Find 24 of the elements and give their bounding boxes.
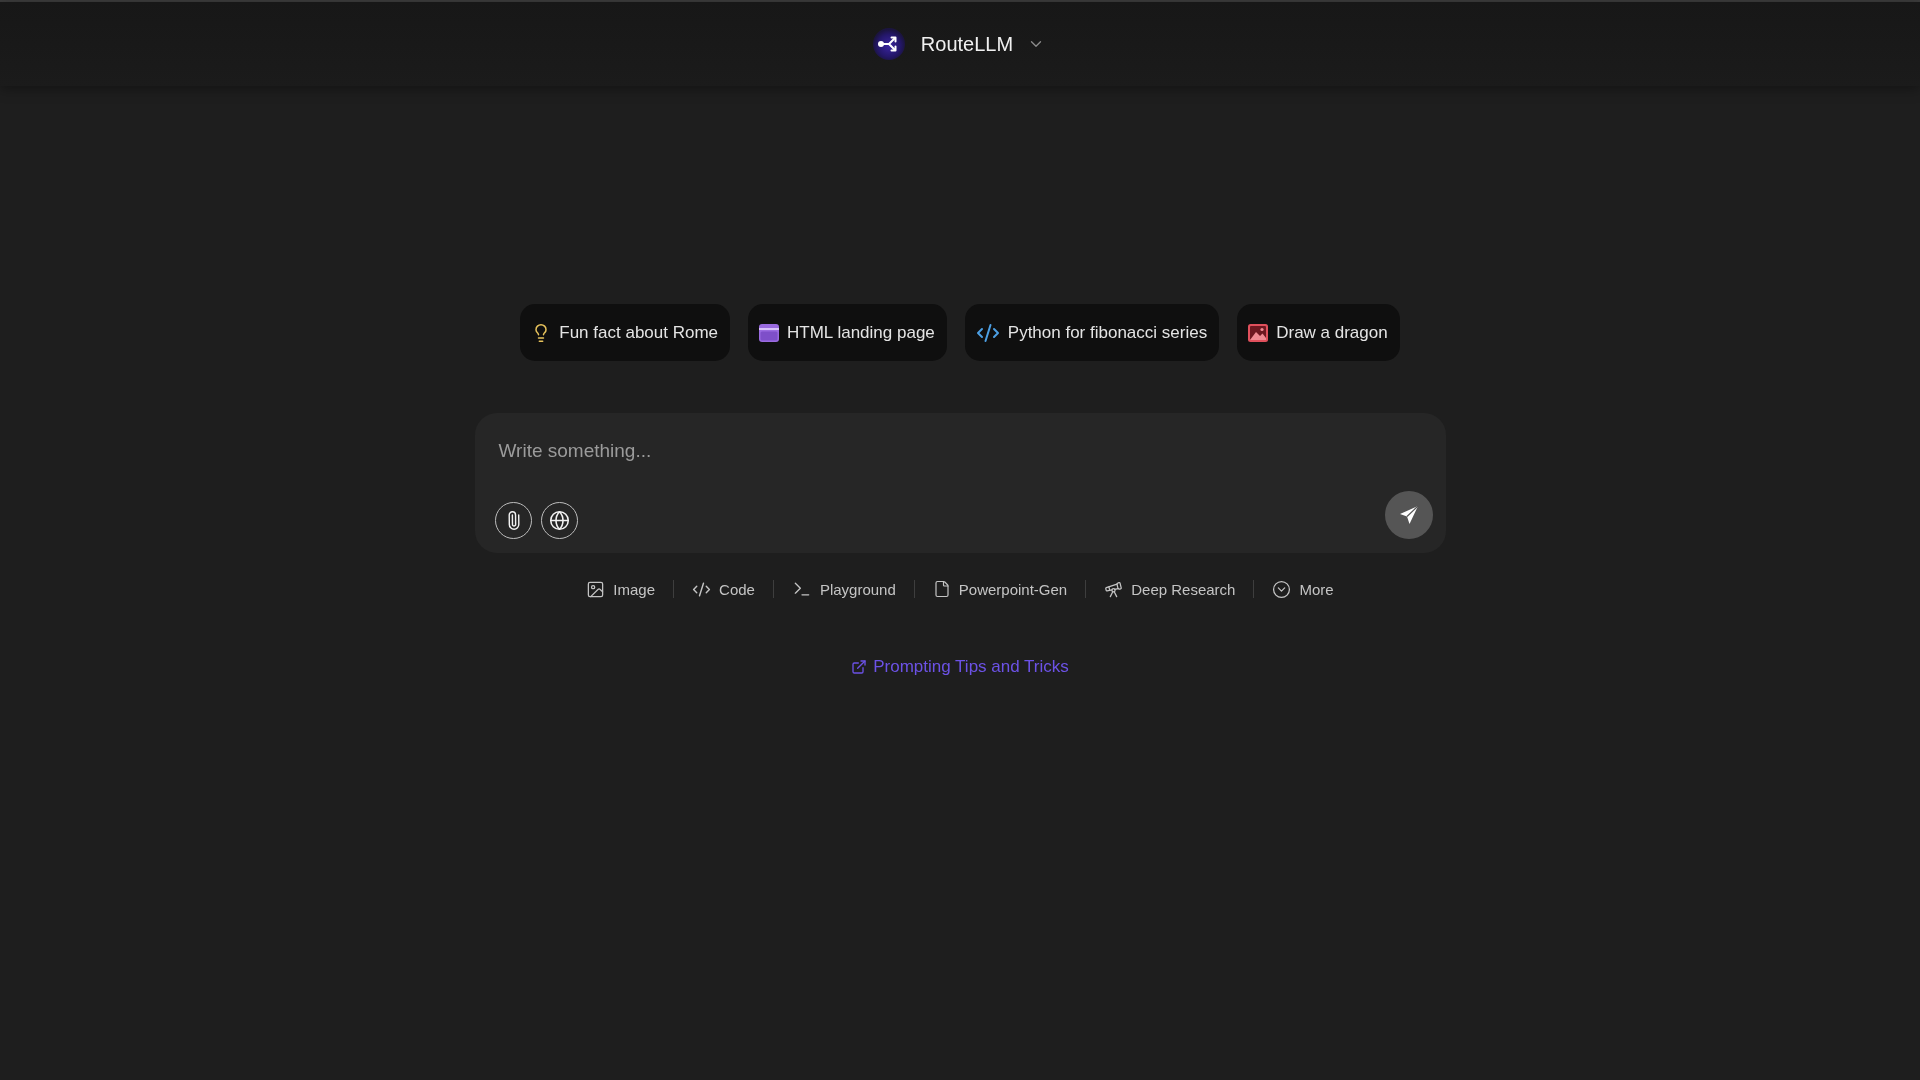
browser-window-icon bbox=[759, 323, 780, 342]
chevron-circle-icon bbox=[1272, 579, 1292, 599]
picture-icon bbox=[1248, 323, 1269, 342]
suggestion-chip[interactable]: Fun fact about Rome bbox=[520, 304, 731, 361]
send-button[interactable] bbox=[1384, 491, 1433, 539]
suggestion-chip[interactable]: Draw a dragon bbox=[1237, 304, 1400, 361]
code-icon bbox=[692, 579, 712, 599]
suggestion-chip[interactable]: Python for fibonacci series bbox=[964, 304, 1220, 361]
document-icon bbox=[932, 580, 951, 598]
model-selector[interactable]: RouteLLM bbox=[918, 28, 1048, 60]
message-input[interactable]: Write something... bbox=[494, 437, 1433, 465]
mode-button[interactable]: Image bbox=[586, 577, 656, 601]
mode-button[interactable]: More bbox=[1272, 577, 1334, 601]
globe-icon bbox=[548, 509, 570, 531]
mode-button[interactable]: Deep Research bbox=[1104, 577, 1236, 601]
logo-icon bbox=[872, 28, 905, 60]
picture-icon bbox=[586, 579, 606, 599]
mode-button[interactable]: Code bbox=[692, 577, 755, 601]
send-icon bbox=[1398, 505, 1419, 525]
mode-button[interactable]: Playground bbox=[791, 577, 896, 601]
mode-button[interactable]: Powerpoint-Gen bbox=[932, 578, 1068, 600]
suggestion-chip[interactable]: HTML landing page bbox=[748, 304, 947, 361]
external-link-icon bbox=[851, 659, 868, 675]
telescope-icon bbox=[1104, 579, 1124, 599]
